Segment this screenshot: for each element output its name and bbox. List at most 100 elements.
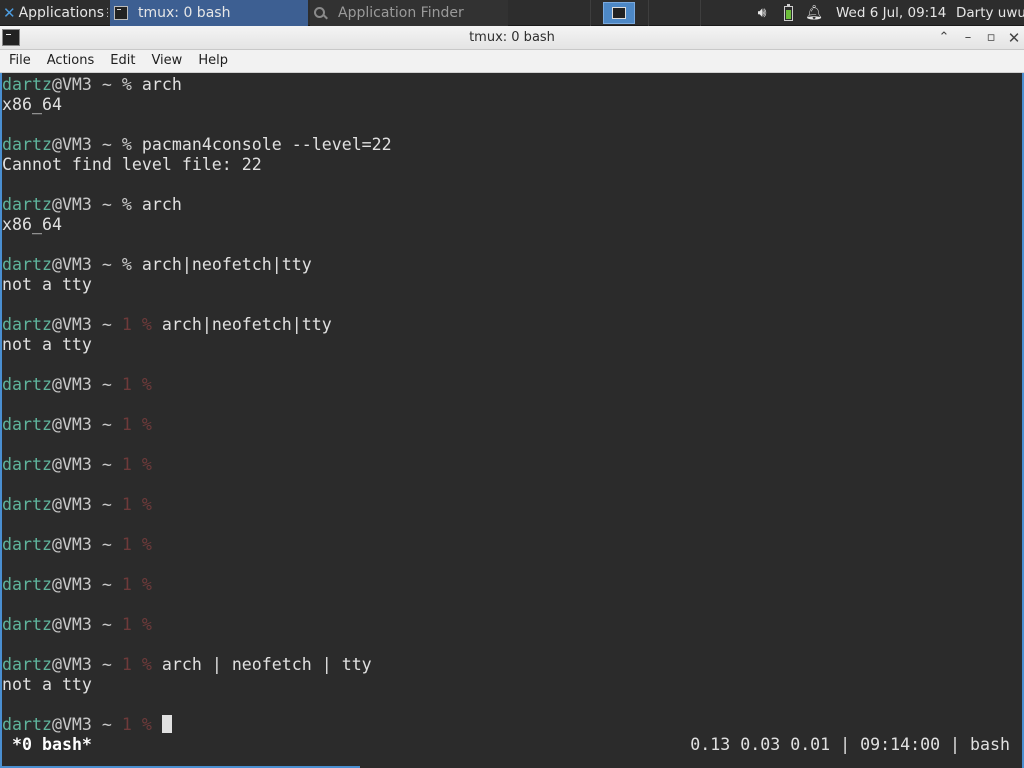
menu-edit[interactable]: Edit [101, 50, 142, 72]
command-text: arch | neofetch | tty [151, 655, 372, 674]
prompt-user: dartz [2, 535, 52, 554]
command-text: arch [131, 195, 182, 214]
command-text: arch [131, 75, 182, 94]
prompt-status: 1 % [121, 415, 152, 434]
prompt-user: dartz [2, 255, 52, 274]
menu-actions[interactable]: Actions [38, 50, 102, 72]
prompt-user: dartz [2, 715, 52, 734]
terminal-icon [114, 6, 128, 20]
prompt-status: 1 % [121, 655, 152, 674]
menu-indicator-icon: ☰ [106, 6, 108, 20]
prompt-user: dartz [2, 415, 52, 434]
prompt-host: @VM3 ~ [51, 375, 112, 394]
command-text: arch|neofetch|tty [131, 255, 312, 274]
menu-help[interactable]: Help [189, 50, 235, 72]
prompt-line: dartz@VM3 ~ 1 % [2, 615, 152, 635]
prompt-status: 1 % [121, 495, 152, 514]
window-title: tmux: 0 bash [469, 30, 555, 45]
prompt-host: @VM3 ~ [51, 455, 112, 474]
applications-menu-button[interactable]: ✕ Applications ☰ [0, 0, 108, 26]
prompt-line: dartz@VM3 ~ 1 % [2, 415, 152, 435]
prompt-line: dartz@VM3 ~ % arch [2, 75, 182, 95]
taskbar-item-application-finder[interactable]: Application Finder [310, 0, 508, 26]
prompt-line: dartz@VM3 ~ % arch|neofetch|tty [2, 255, 312, 275]
command-output: x86_64 [2, 215, 62, 234]
prompt-user: dartz [2, 135, 52, 154]
prompt-line: dartz@VM3 ~ 1 % [2, 375, 152, 395]
prompt-host: @VM3 ~ [51, 495, 112, 514]
tmux-window-list: *0 bash* [12, 735, 92, 754]
prompt-status: % [121, 255, 132, 274]
prompt-status: % [121, 195, 132, 214]
window-titlebar[interactable]: tmux: 0 bash ⌃ – ▫ ✕ [0, 26, 1024, 50]
prompt-host: @VM3 ~ [51, 615, 112, 634]
prompt-line: dartz@VM3 ~ 1 % [2, 575, 152, 595]
panel-separator [700, 0, 701, 26]
terminal-icon[interactable] [2, 29, 20, 46]
shade-button[interactable]: ⌃ [934, 28, 954, 48]
prompt-line: dartz@VM3 ~ 1 % arch | neofetch | tty [2, 655, 372, 675]
prompt-line: dartz@VM3 ~ 1 % arch|neofetch|tty [2, 315, 332, 335]
maximize-button[interactable]: ▫ [981, 28, 1001, 48]
terminal-area[interactable]: dartz@VM3 ~ % arch x86_64 dartz@VM3 ~ % pa… [0, 73, 1024, 768]
menu-file[interactable]: File [0, 50, 38, 72]
command-text [152, 715, 162, 734]
prompt-user: dartz [2, 455, 52, 474]
battery-icon[interactable] [780, 0, 796, 26]
prompt-status: 1 % [121, 615, 152, 634]
prompt-user: dartz [2, 495, 52, 514]
prompt-status: 1 % [121, 575, 152, 594]
command-text: pacman4console --level=22 [131, 135, 392, 154]
command-output: Cannot find level file: 22 [2, 155, 262, 174]
applications-label: Applications [18, 5, 105, 21]
prompt-host: @VM3 ~ [51, 315, 112, 334]
prompt-status: 1 % [121, 455, 152, 474]
prompt-user: dartz [2, 575, 52, 594]
prompt-status: 1 % [121, 535, 152, 554]
taskbar-item-tmux[interactable]: tmux: 0 bash [110, 0, 308, 26]
volume-icon[interactable]: 🔊︎ [752, 0, 772, 26]
prompt-status: 1 % [121, 315, 152, 334]
command-output: x86_64 [2, 95, 62, 114]
search-icon [314, 7, 326, 19]
prompt-host: @VM3 ~ [51, 135, 112, 154]
prompt-host: @VM3 ~ [51, 195, 112, 214]
prompt-host: @VM3 ~ [51, 535, 112, 554]
command-text: arch|neofetch|tty [151, 315, 332, 334]
command-output: not a tty [2, 675, 92, 694]
prompt-host: @VM3 ~ [51, 415, 112, 434]
prompt-user: dartz [2, 315, 52, 334]
prompt-user: dartz [2, 655, 52, 674]
top-panel: ✕ Applications ☰ tmux: 0 bash Applicatio… [0, 0, 1024, 26]
prompt-line: dartz@VM3 ~ % pacman4console --level=22 [2, 135, 392, 155]
prompt-user: dartz [2, 195, 52, 214]
taskbar-item-label: tmux: 0 bash [138, 5, 231, 21]
workspace-switcher[interactable] [603, 2, 635, 24]
clock[interactable]: Wed 6 Jul, 09:14 [836, 0, 946, 26]
prompt-user: dartz [2, 375, 52, 394]
bell-icon[interactable]: 🔔︎ [804, 0, 824, 26]
prompt-host: @VM3 ~ [51, 655, 112, 674]
prompt-line: dartz@VM3 ~ 1 % [2, 535, 152, 555]
prompt-host: @VM3 ~ [51, 575, 112, 594]
xfce-x-icon: ✕ [3, 4, 16, 22]
prompt-user: dartz [2, 615, 52, 634]
prompt-host: @VM3 ~ [51, 255, 112, 274]
prompt-host: @VM3 ~ [51, 715, 112, 734]
panel-separator [648, 0, 649, 26]
prompt-user: dartz [2, 75, 52, 94]
workspace-switcher-icon [612, 7, 626, 19]
menubar: File Actions Edit View Help [0, 50, 1024, 73]
command-output: not a tty [2, 335, 92, 354]
user-menu[interactable]: Darty uwu [956, 0, 1024, 26]
panel-separator [590, 0, 591, 26]
minimize-button[interactable]: – [958, 28, 978, 48]
prompt-line: dartz@VM3 ~ 1 % [2, 455, 152, 475]
tmux-status-right: 0.13 0.03 0.01 | 09:14:00 | bash [690, 735, 1010, 754]
close-button[interactable]: ✕ [1004, 28, 1024, 48]
command-output: not a tty [2, 275, 92, 294]
taskbar-item-label: Application Finder [338, 5, 464, 21]
menu-view[interactable]: View [142, 50, 189, 72]
prompt-line: dartz@VM3 ~ 1 % [2, 495, 152, 515]
prompt-status: % [121, 75, 132, 94]
